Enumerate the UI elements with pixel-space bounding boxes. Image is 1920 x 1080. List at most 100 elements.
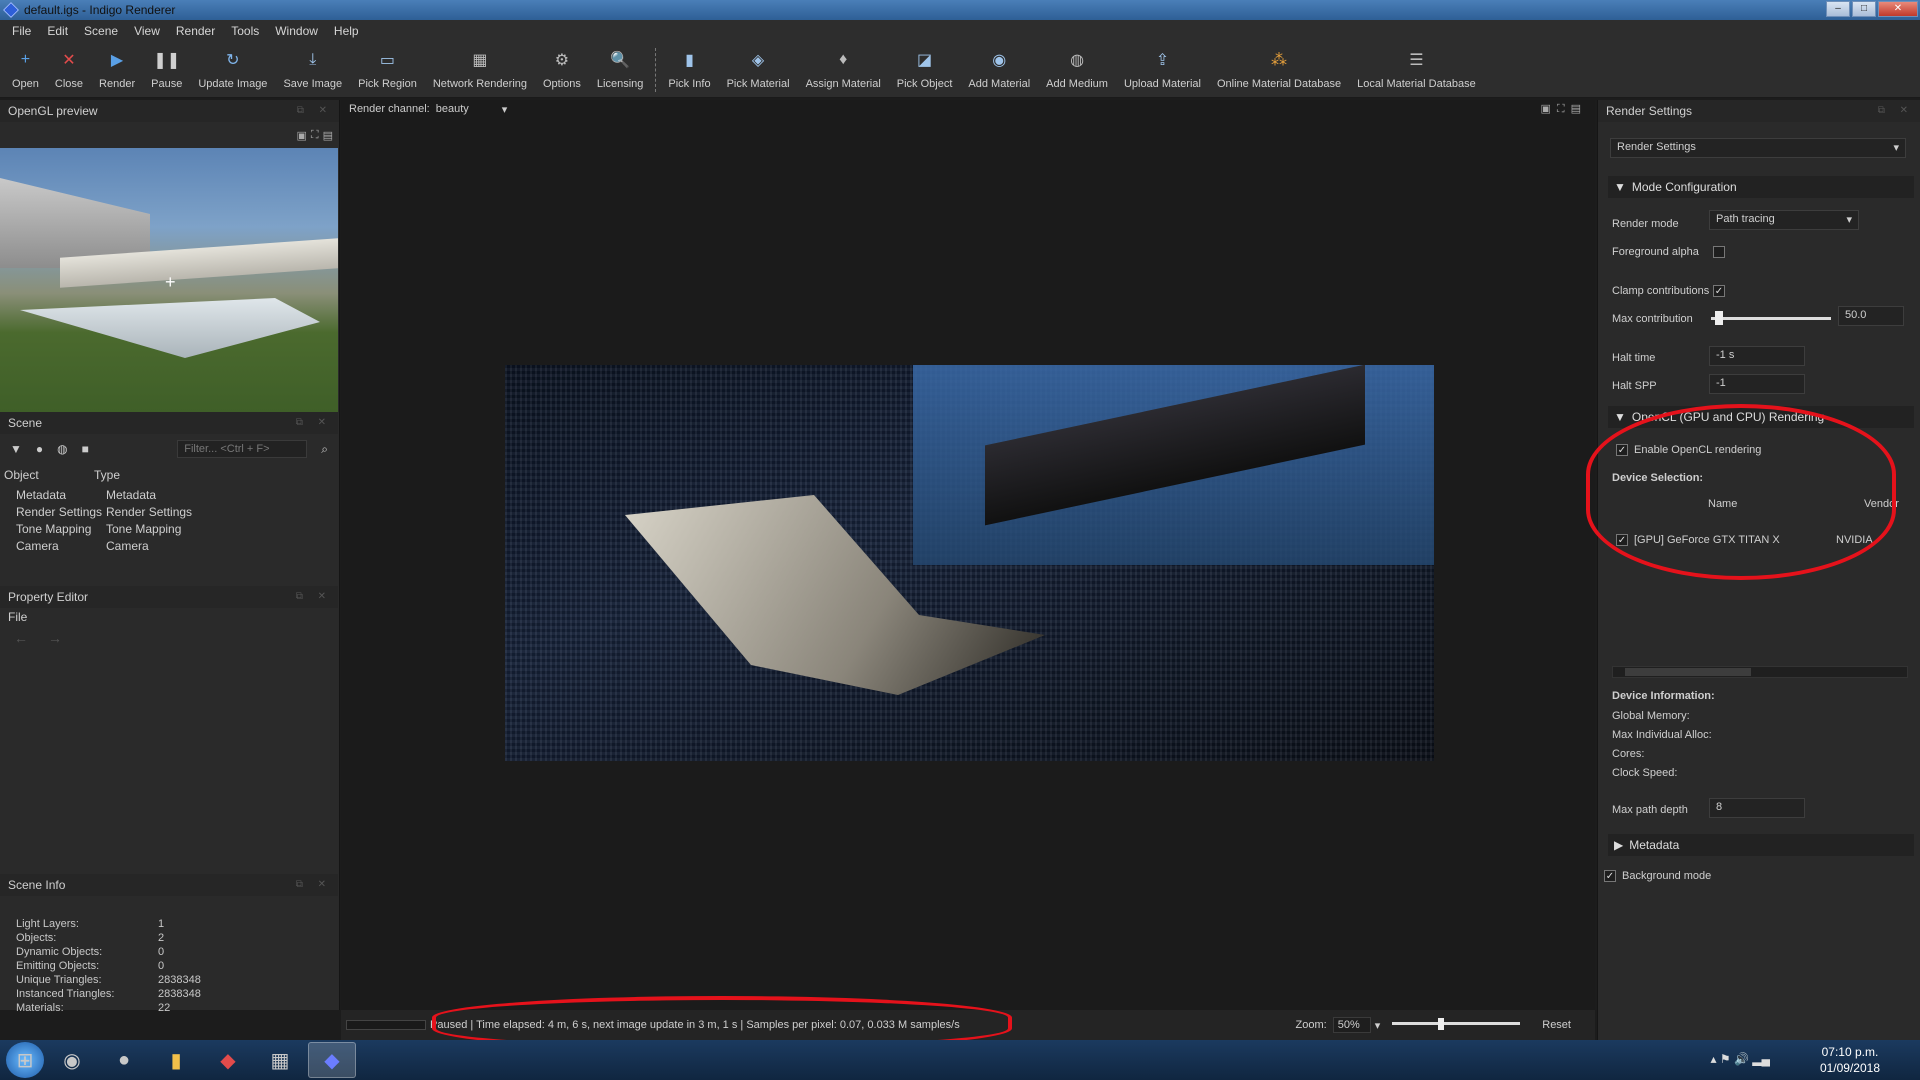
minimize-button[interactable]: – — [1826, 1, 1850, 17]
add-medium-icon: ◍ — [1070, 52, 1085, 69]
table-row[interactable]: Metadata Metadata — [0, 486, 338, 503]
table-row[interactable]: Camera Camera — [0, 537, 338, 554]
toolbar-add-material-button[interactable]: ◉ Add Material — [960, 42, 1038, 98]
foreground-alpha-checkbox[interactable] — [1713, 246, 1725, 258]
calculator-icon[interactable]: ▦ — [256, 1042, 304, 1078]
scene-table-header: Object Type — [0, 464, 338, 486]
toolbar-local-material-database-button[interactable]: ☰ Local Material Database — [1349, 42, 1484, 98]
toolbar-assign-material-button[interactable]: ♦ Assign Material — [798, 42, 889, 98]
render-channel-select[interactable]: beauty — [436, 103, 496, 115]
toolbar-save-image-button[interactable]: ⤓ Save Image — [275, 42, 350, 98]
menu-edit[interactable]: Edit — [39, 24, 76, 38]
panel-float-close-icons[interactable]: ⧉ ✕ — [296, 879, 332, 890]
panel-float-close-icons[interactable]: ⧉ ✕ — [296, 591, 332, 602]
menu-tools[interactable]: Tools — [223, 24, 267, 38]
halt-spp-input[interactable]: -1 — [1709, 374, 1805, 394]
scene-filter-input[interactable]: Filter... <Ctrl + F> — [177, 440, 308, 458]
indigo-taskbar-icon[interactable]: ◆ — [308, 1042, 356, 1078]
clock[interactable]: 07:10 p.m. 01/09/2018 — [1820, 1044, 1880, 1076]
chevron-down-icon[interactable]: ▾ — [1375, 1019, 1381, 1032]
settings-preset-select[interactable]: Render Settings ▾ — [1610, 138, 1906, 158]
info-value: 2838348 — [158, 988, 201, 1000]
toolbar-render-button[interactable]: ▶ Render — [91, 42, 143, 98]
render-mode-select[interactable]: Path tracing ▾ — [1709, 210, 1859, 230]
scene-panel: ▼ ● ◍ ■ Filter... <Ctrl + F> ⌕ Object Ty… — [0, 434, 338, 554]
toolbar-label: Close — [54, 78, 84, 90]
toolbar-licensing-button[interactable]: 🔍 Licensing — [589, 42, 651, 98]
firefox-icon[interactable]: ● — [100, 1042, 148, 1078]
render-image[interactable] — [505, 365, 1434, 761]
menu-window[interactable]: Window — [267, 24, 326, 38]
device-info-item: Global Memory: — [1612, 710, 1690, 722]
toolbar-update-image-button[interactable]: ↻ Update Image — [190, 42, 275, 98]
panel-float-close-icons[interactable]: ⧉ ✕ — [297, 105, 333, 116]
chrome-icon[interactable]: ◉ — [48, 1042, 96, 1078]
max-contribution-slider[interactable] — [1711, 310, 1831, 326]
background-mode-checkbox[interactable]: ✓ — [1604, 870, 1616, 882]
max-contribution-input[interactable]: 50.0 — [1838, 306, 1904, 326]
render-channel-bar: Render channel: beauty ▾ ▣⛶▤ — [341, 100, 1595, 118]
metadata-section[interactable]: ▶ Metadata — [1608, 834, 1914, 856]
toolbar-close-button[interactable]: ✕ Close — [47, 42, 91, 98]
max-path-depth-input[interactable]: 8 — [1709, 798, 1805, 818]
menu-help[interactable]: Help — [326, 24, 367, 38]
list-item: Objects: 2 — [16, 932, 316, 946]
col-type[interactable]: Type — [94, 468, 120, 482]
search-icon[interactable]: ⌕ — [321, 442, 328, 457]
list-item: Light Layers: 1 — [16, 918, 316, 932]
close-window-button[interactable]: ✕ — [1878, 1, 1918, 17]
opengl-viewport[interactable]: + — [0, 148, 338, 412]
row-type: Metadata — [106, 487, 157, 502]
table-row[interactable]: Tone Mapping Tone Mapping — [0, 520, 338, 537]
toolbar-options-button[interactable]: ⚙ Options — [535, 42, 589, 98]
table-row[interactable]: Render Settings Render Settings — [0, 503, 338, 520]
panel-float-close-icons[interactable]: ⧉ ✕ — [296, 417, 332, 428]
menu-render[interactable]: Render — [168, 24, 223, 38]
fit-view-icon[interactable]: ▣ — [296, 129, 306, 142]
toolbar-pick-object-button[interactable]: ◪ Pick Object — [889, 42, 961, 98]
toolbar-pause-button[interactable]: ❚❚ Pause — [143, 42, 190, 98]
toolbar-pick-material-button[interactable]: ◈ Pick Material — [719, 42, 798, 98]
max-path-depth-label: Max path depth — [1612, 804, 1688, 816]
panel-float-close-icons[interactable]: ⧉ ✕ — [1878, 105, 1914, 116]
bar-chart-icon: ▮ — [685, 52, 694, 69]
device-info-item: Clock Speed: — [1612, 767, 1678, 779]
menu-scene[interactable]: Scene — [76, 24, 126, 38]
system-tray[interactable]: ▴ ⚑ 🔊 ▂▄ — [1711, 1052, 1770, 1066]
reset-zoom-button[interactable]: Reset — [1542, 1019, 1571, 1031]
folder-icon[interactable]: ▮ — [152, 1042, 200, 1078]
toolbar-pick-region-button[interactable]: ▭ Pick Region — [350, 42, 425, 98]
toolbar-online-material-database-button[interactable]: ⁂ Online Material Database — [1209, 42, 1349, 98]
maximize-button[interactable]: □ — [1852, 1, 1876, 17]
toolbar-upload-material-button[interactable]: ⇪ Upload Material — [1116, 42, 1209, 98]
zoom-input[interactable]: 50% — [1332, 1017, 1371, 1033]
toolbar-add-medium-button[interactable]: ◍ Add Medium — [1038, 42, 1116, 98]
chevron-down-icon[interactable]: ▾ — [502, 103, 508, 116]
toolbar-label: Open — [12, 78, 39, 90]
collapse-icon[interactable]: ▼ — [10, 442, 22, 456]
menu-view[interactable]: View — [126, 24, 168, 38]
toolbar-pick-info-button[interactable]: ▮ Pick Info — [660, 42, 718, 98]
view-controls-icons[interactable]: ▣⛶▤ — [1541, 102, 1588, 116]
mode-configuration-section[interactable]: ▼ Mode Configuration — [1608, 176, 1914, 198]
nav-arrows[interactable]: ←→ — [14, 630, 82, 646]
start-button[interactable]: ⊞ — [6, 1042, 44, 1078]
tray-icons[interactable]: ▴ ⚑ 🔊 ▂▄ — [1711, 1052, 1770, 1066]
light-icon[interactable]: ● — [36, 442, 43, 456]
toolbar-network-rendering-button[interactable]: ▦ Network Rendering — [425, 42, 535, 98]
clamp-contributions-checkbox[interactable]: ✓ — [1713, 285, 1725, 297]
menu-file[interactable]: File — [4, 24, 39, 38]
zoom-slider[interactable] — [1392, 1018, 1521, 1032]
background-mode-row[interactable]: ✓ Background mode — [1604, 870, 1711, 882]
toolbar-label: Pick Info — [668, 78, 711, 90]
row-object: Camera — [16, 538, 59, 553]
cube-icon[interactable]: ■ — [82, 442, 89, 456]
expand-icon[interactable]: ▤ — [323, 129, 333, 142]
sketchup-icon[interactable]: ◆ — [204, 1042, 252, 1078]
fullscreen-icon[interactable]: ⛶ — [311, 129, 319, 142]
halt-time-input[interactable]: -1 s — [1709, 346, 1805, 366]
material-ball-icon[interactable]: ◍ — [57, 442, 67, 456]
col-object[interactable]: Object — [4, 468, 94, 482]
toolbar-open-button[interactable]: + Open — [4, 42, 47, 98]
device-list-scrollbar[interactable] — [1612, 666, 1908, 678]
